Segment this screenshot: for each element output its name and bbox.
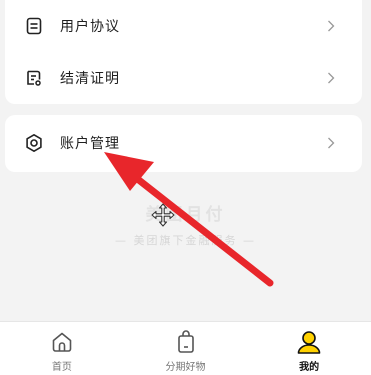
brand-tagline: — 美团旗下金融服务 —: [115, 234, 256, 247]
menu-item-user-agreement[interactable]: 用户协议: [5, 0, 362, 52]
document-icon: [24, 16, 44, 36]
gear-icon: [24, 133, 44, 153]
home-icon: [49, 329, 75, 355]
certificate-icon: [24, 68, 44, 88]
chevron-right-icon: [326, 136, 336, 150]
tab-label: 分期好物: [165, 362, 206, 373]
tab-mine[interactable]: 我的: [247, 322, 371, 375]
brand-watermark: 美团月付: [145, 205, 226, 225]
menu-card-account: 账户管理: [5, 115, 362, 172]
tab-label: 我的: [299, 362, 320, 373]
menu-card-top: 用户协议 结清证明: [5, 0, 362, 104]
tab-label: 首页: [51, 362, 72, 373]
tab-installment-goods[interactable]: 分期好物: [124, 322, 248, 375]
move-cursor-icon: [151, 203, 175, 227]
menu-item-label: 用户协议: [60, 19, 120, 35]
menu-item-settlement-proof[interactable]: 结清证明: [5, 52, 362, 104]
bottom-tab-bar: 首页 分期好物 我的: [0, 321, 371, 375]
menu-item-label: 结清证明: [60, 71, 120, 87]
menu-item-account-management[interactable]: 账户管理: [5, 117, 362, 169]
user-icon: [296, 329, 322, 355]
chevron-right-icon: [326, 19, 336, 33]
shopping-bag-icon: [173, 329, 199, 355]
menu-item-label: 账户管理: [60, 136, 120, 152]
tab-home[interactable]: 首页: [0, 322, 124, 375]
chevron-right-icon: [326, 71, 336, 85]
